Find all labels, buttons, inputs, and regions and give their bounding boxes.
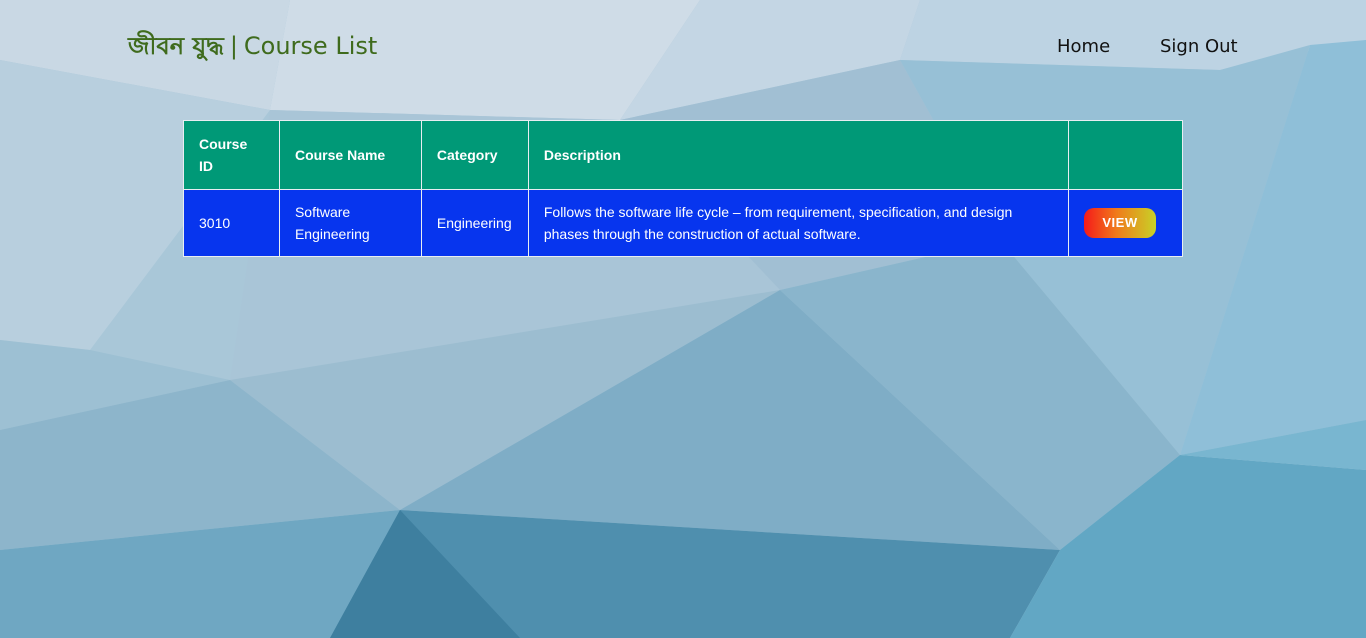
page: জীবন যুদ্ধ | Course List Home Sign Out Cou… [0, 0, 1366, 638]
page-title: Course List [243, 32, 378, 60]
cell-category: Engineering [420, 189, 529, 257]
brand-title: জীবন যুদ্ধ | Course List [128, 28, 377, 68]
brand-bengali-name: জীবন যুদ্ধ [128, 32, 224, 60]
cell-course-id: 3010 [183, 189, 280, 257]
nav-home-link[interactable]: Home [1057, 36, 1110, 57]
brand-separator: | [229, 32, 238, 60]
column-header-description: Description [527, 120, 1069, 190]
course-table: Course ID Course Name Category Descripti… [183, 120, 1184, 257]
cell-course-name: Software Engineering [278, 189, 422, 257]
column-header-action [1067, 120, 1184, 190]
cell-description: Follows the software life cycle – from r… [527, 189, 1069, 257]
column-header-course-name: Course Name [278, 120, 422, 190]
table-row: 3010 Software Engineering Engineering Fo… [183, 189, 1184, 257]
table-header-row: Course ID Course Name Category Descripti… [183, 120, 1184, 190]
nav-sign-out-link[interactable]: Sign Out [1160, 36, 1238, 57]
column-header-course-id: Course ID [183, 120, 280, 190]
cell-action: VIEW [1067, 189, 1184, 257]
column-header-category: Category [420, 120, 529, 190]
view-button[interactable]: VIEW [1083, 208, 1156, 238]
